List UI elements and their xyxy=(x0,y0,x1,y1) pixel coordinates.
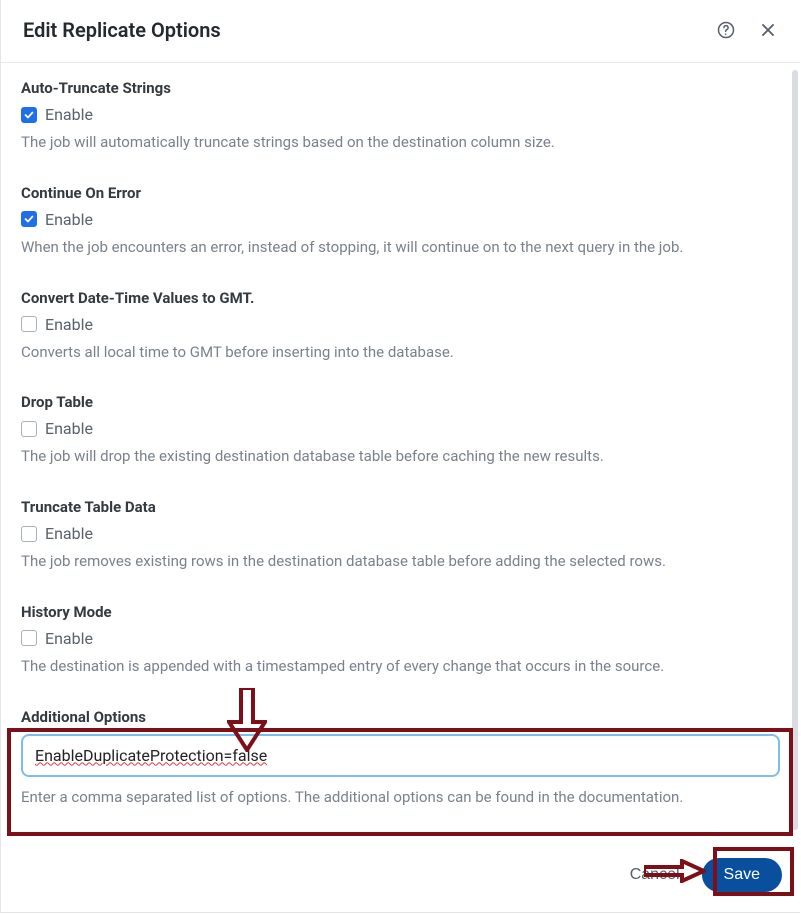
option-title: Truncate Table Data xyxy=(21,498,780,516)
option-auto-truncate: Auto-Truncate Strings Enable The job wil… xyxy=(21,79,780,154)
option-description: The job will drop the existing destinati… xyxy=(21,446,780,468)
option-title: Continue On Error xyxy=(21,184,780,202)
option-title: Auto-Truncate Strings xyxy=(21,79,780,97)
help-icon xyxy=(716,20,736,40)
enable-label: Enable xyxy=(45,105,93,124)
enable-label: Enable xyxy=(45,524,93,543)
option-description: The job removes existing rows in the des… xyxy=(21,551,780,573)
option-description: The job will automatically truncate stri… xyxy=(21,132,780,154)
option-description: The destination is appended with a times… xyxy=(21,656,780,678)
enable-label: Enable xyxy=(45,629,93,648)
option-check-row: Enable xyxy=(21,210,780,229)
edit-replicate-options-modal: Edit Replicate Options Auto-Truncate Str… xyxy=(0,0,800,913)
option-description: When the job encounters an error, instea… xyxy=(21,237,780,259)
cancel-button[interactable]: Cancel xyxy=(616,858,694,892)
option-title: Drop Table xyxy=(21,393,780,411)
option-truncate-table: Truncate Table Data Enable The job remov… xyxy=(21,498,780,573)
enable-checkbox[interactable] xyxy=(21,526,37,542)
option-check-row: Enable xyxy=(21,315,780,334)
enable-checkbox[interactable] xyxy=(21,630,37,646)
enable-label: Enable xyxy=(45,419,93,438)
enable-checkbox[interactable] xyxy=(21,107,37,123)
close-icon xyxy=(758,20,778,40)
option-history-mode: History Mode Enable The destination is a… xyxy=(21,603,780,678)
modal-title: Edit Replicate Options xyxy=(23,18,221,42)
help-button[interactable] xyxy=(714,18,738,42)
additional-options-input[interactable]: EnableDuplicateProtection=false xyxy=(21,734,780,777)
enable-checkbox[interactable] xyxy=(21,421,37,437)
additional-options-hint: Enter a comma separated list of options.… xyxy=(21,787,780,809)
option-check-row: Enable xyxy=(21,524,780,543)
option-title: History Mode xyxy=(21,603,780,621)
enable-label: Enable xyxy=(45,210,93,229)
scrollbar-thumb[interactable] xyxy=(792,70,798,830)
modal-footer: Cancel Save xyxy=(1,846,800,912)
save-button[interactable]: Save xyxy=(702,858,782,892)
additional-options-value: EnableDuplicateProtection=false xyxy=(35,746,267,765)
option-description: Converts all local time to GMT before in… xyxy=(21,342,780,364)
check-icon xyxy=(23,213,35,225)
option-drop-table: Drop Table Enable The job will drop the … xyxy=(21,393,780,468)
header-icon-group xyxy=(714,18,780,42)
check-icon xyxy=(23,109,35,121)
option-convert-gmt: Convert Date-Time Values to GMT. Enable … xyxy=(21,289,780,364)
close-button[interactable] xyxy=(756,18,780,42)
modal-body: Auto-Truncate Strings Enable The job wil… xyxy=(1,63,800,846)
additional-options-title: Additional Options xyxy=(21,708,780,726)
modal-header: Edit Replicate Options xyxy=(1,0,800,63)
enable-label: Enable xyxy=(45,315,93,334)
enable-checkbox[interactable] xyxy=(21,211,37,227)
option-check-row: Enable xyxy=(21,419,780,438)
additional-options-section: Additional Options EnableDuplicateProtec… xyxy=(21,708,780,809)
option-continue-on-error: Continue On Error Enable When the job en… xyxy=(21,184,780,259)
option-check-row: Enable xyxy=(21,629,780,648)
option-title: Convert Date-Time Values to GMT. xyxy=(21,289,780,307)
enable-checkbox[interactable] xyxy=(21,316,37,332)
option-check-row: Enable xyxy=(21,105,780,124)
